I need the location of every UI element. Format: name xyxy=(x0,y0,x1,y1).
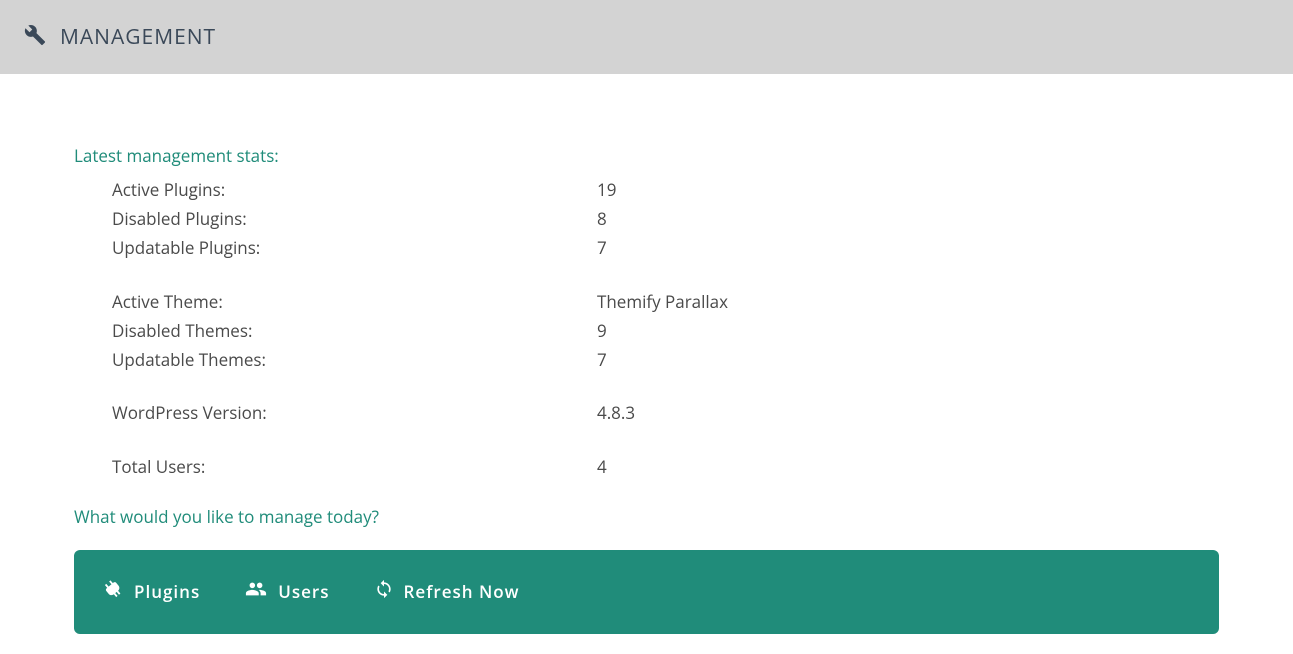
plugins-button[interactable]: Plugins xyxy=(102,578,200,605)
stat-value: 4.8.3 xyxy=(597,398,635,427)
stat-row: Total Users: 4 xyxy=(112,452,1219,481)
stat-label: Disabled Plugins: xyxy=(112,204,597,233)
stat-row: Updatable Plugins: 7 xyxy=(112,233,1219,262)
management-header: MANAGEMENT xyxy=(0,0,1293,74)
stat-value: 4 xyxy=(597,452,607,481)
page-title: MANAGEMENT xyxy=(60,23,216,51)
stat-row: WordPress Version: 4.8.3 xyxy=(112,398,1219,427)
stat-label: Active Plugins: xyxy=(112,175,597,204)
stat-value: Themify Parallax xyxy=(597,287,728,316)
refresh-button[interactable]: Refresh Now xyxy=(374,578,520,605)
wrench-icon xyxy=(24,24,46,51)
stats-group-plugins: Active Plugins: 19 Disabled Plugins: 8 U… xyxy=(112,175,1219,263)
stats-group-themes: Active Theme: Themify Parallax Disabled … xyxy=(112,287,1219,375)
stats-section-title: Latest management stats: xyxy=(74,144,1219,167)
stat-value: 7 xyxy=(597,345,607,374)
stat-value: 9 xyxy=(597,316,607,345)
users-button-label: Users xyxy=(278,580,329,603)
refresh-button-label: Refresh Now xyxy=(404,580,520,603)
stat-value: 7 xyxy=(597,233,607,262)
stat-label: WordPress Version: xyxy=(112,398,597,427)
stat-row: Updatable Themes: 7 xyxy=(112,345,1219,374)
stat-label: Total Users: xyxy=(112,452,597,481)
users-icon xyxy=(244,578,268,605)
users-button[interactable]: Users xyxy=(244,578,329,605)
stat-value: 8 xyxy=(597,204,607,233)
plugins-button-label: Plugins xyxy=(134,580,200,603)
stats-group-wordpress: WordPress Version: 4.8.3 xyxy=(112,398,1219,427)
stat-row: Disabled Plugins: 8 xyxy=(112,204,1219,233)
refresh-icon xyxy=(374,578,394,605)
stat-row: Active Plugins: 19 xyxy=(112,175,1219,204)
stat-label: Updatable Themes: xyxy=(112,345,597,374)
stat-label: Updatable Plugins: xyxy=(112,233,597,262)
stat-label: Disabled Themes: xyxy=(112,316,597,345)
stats-group-users: Total Users: 4 xyxy=(112,452,1219,481)
stat-value: 19 xyxy=(597,175,616,204)
stat-row: Active Theme: Themify Parallax xyxy=(112,287,1219,316)
stat-row: Disabled Themes: 9 xyxy=(112,316,1219,345)
action-bar: Plugins Users Refresh Now xyxy=(74,550,1219,634)
content-area: Latest management stats: Active Plugins:… xyxy=(0,74,1293,654)
stat-label: Active Theme: xyxy=(112,287,597,316)
plug-icon xyxy=(102,578,124,605)
manage-question: What would you like to manage today? xyxy=(74,505,1219,528)
